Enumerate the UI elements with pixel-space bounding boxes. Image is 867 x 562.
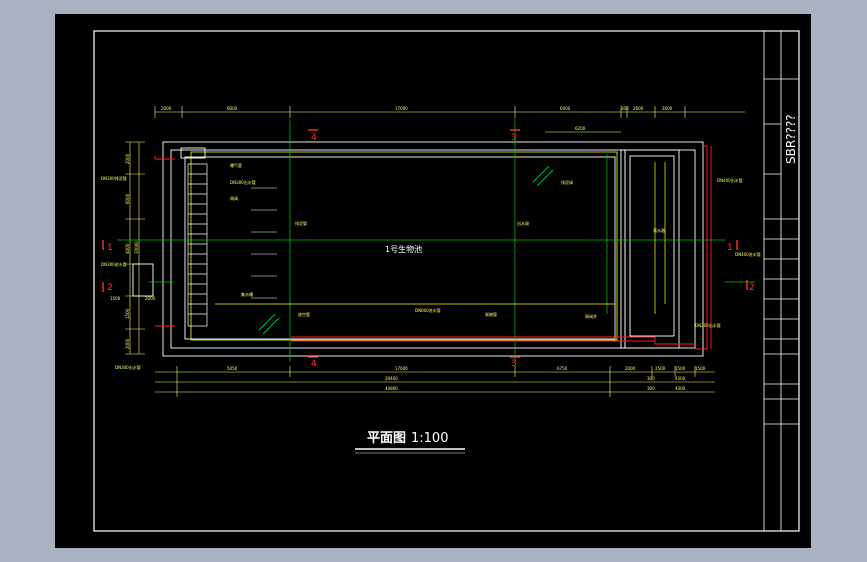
outer-frame — [93, 30, 800, 532]
yellow-pipes — [215, 162, 666, 314]
dim-bot1-2: 6750 — [557, 366, 568, 371]
dim-left-4: 1500 — [110, 296, 121, 301]
dim-bot1-5: 1500 — [675, 366, 686, 371]
top-dimension-lines — [154, 106, 745, 133]
small-label-4: 集水槽 — [241, 291, 253, 297]
dim-left-5: 2000 — [145, 296, 156, 301]
dim-bot2-2: 4300 — [675, 376, 686, 381]
dim-left-6: 1500 — [125, 308, 130, 319]
dim-left-3: 4000 — [125, 243, 130, 254]
section-mark-bottom-a: 4 — [311, 359, 317, 369]
section-mark-top-b: 3 — [511, 133, 517, 143]
small-label-0: 曝气管 — [230, 162, 242, 168]
dim-top-sub-0: 6200 — [575, 126, 586, 131]
dim-left-0: 2000 — [125, 153, 130, 164]
title-block — [763, 31, 799, 531]
dim-bot3-2: 4300 — [675, 386, 686, 391]
top-dimension-values: 2000 6000 17600 6000 300 2600 2600 6200 — [161, 106, 673, 131]
dim-top-5: 2600 — [633, 106, 644, 111]
section-mark-left: 1 — [107, 243, 113, 253]
drawing-scale: 1:100 — [411, 431, 448, 446]
section-mark-right: 1 — [727, 243, 733, 253]
title-block-code: SBR???? — [784, 114, 798, 164]
dim-top-3: 6000 — [560, 106, 571, 111]
dim-top-6: 2600 — [662, 106, 673, 111]
bottom-dimension-values: 5050 17600 6750 2000 2500 1500 1500 2940… — [227, 366, 706, 391]
section-mark-labels: 1 2 1 2 4 3 4 3 — [107, 133, 755, 369]
small-label-7: 闸阀井 — [585, 313, 597, 319]
red-pipelines — [154, 145, 712, 350]
section-mark-bottom-b: 3 — [511, 359, 517, 369]
pipe-label-0: DN300排泥管 — [101, 175, 127, 181]
section-mark-right2: 2 — [749, 283, 755, 293]
dim-top-2: 17600 — [395, 106, 408, 111]
drawing-sheet: SBR???? 2000 6000 17600 6000 300 2600 26… — [55, 14, 811, 548]
pipe-label-6: DN600进水管 — [415, 307, 441, 313]
small-label-2: 排泥管 — [295, 220, 307, 226]
small-label-9: 滗水器 — [653, 227, 665, 233]
dim-bot1-4: 2500 — [655, 366, 666, 371]
small-label-6: 渐缩管 — [485, 311, 497, 317]
small-label-5: 放空管 — [298, 311, 310, 317]
pipe-label-3: DN400出水管 — [717, 177, 743, 183]
pipe-label-7: DN300出水管 — [230, 179, 256, 185]
dim-bot1-6: 1500 — [695, 366, 706, 371]
dim-bot1-0: 5050 — [227, 366, 238, 371]
pipe-label-1: DN300进水管 — [101, 261, 127, 267]
dim-bot2-0: 29400 — [385, 376, 398, 381]
dim-left-1: 6000 — [125, 193, 130, 204]
small-label-8: 排泥阀 — [561, 179, 573, 185]
center-lines — [117, 119, 755, 362]
pipe-label-4: DN400进水管 — [735, 251, 761, 257]
small-label-3: 出水堰 — [517, 220, 529, 226]
dim-bot3-1: 300 — [647, 386, 655, 391]
dim-left-2: 10000 — [134, 241, 139, 254]
drawing-title: 平面图 — [367, 431, 406, 446]
dim-left-7: 2000 — [125, 338, 130, 349]
pipe-label-2: DN300出水管 — [115, 364, 141, 370]
dim-bot1-3: 2000 — [625, 366, 636, 371]
dim-bot1-1: 17600 — [395, 366, 408, 371]
small-label-1: 闸阀 — [230, 195, 238, 201]
dim-top-1: 6000 — [227, 106, 238, 111]
left-dimension-values: 2000 6000 10000 4000 1500 2000 1500 2000 — [110, 153, 156, 349]
dim-bot2-1: 300 — [647, 376, 655, 381]
section-mark-left2: 2 — [107, 283, 113, 293]
pipe-label-5: DN300出水管 — [695, 322, 721, 328]
dim-top-0: 2000 — [161, 106, 172, 111]
tank-name: 1号生物池 — [385, 244, 422, 254]
section-mark-top-a: 4 — [311, 133, 317, 143]
outlet-dashes — [251, 187, 277, 299]
dim-bot3-0: 40800 — [385, 386, 398, 391]
dim-top-4: 300 — [621, 106, 629, 111]
